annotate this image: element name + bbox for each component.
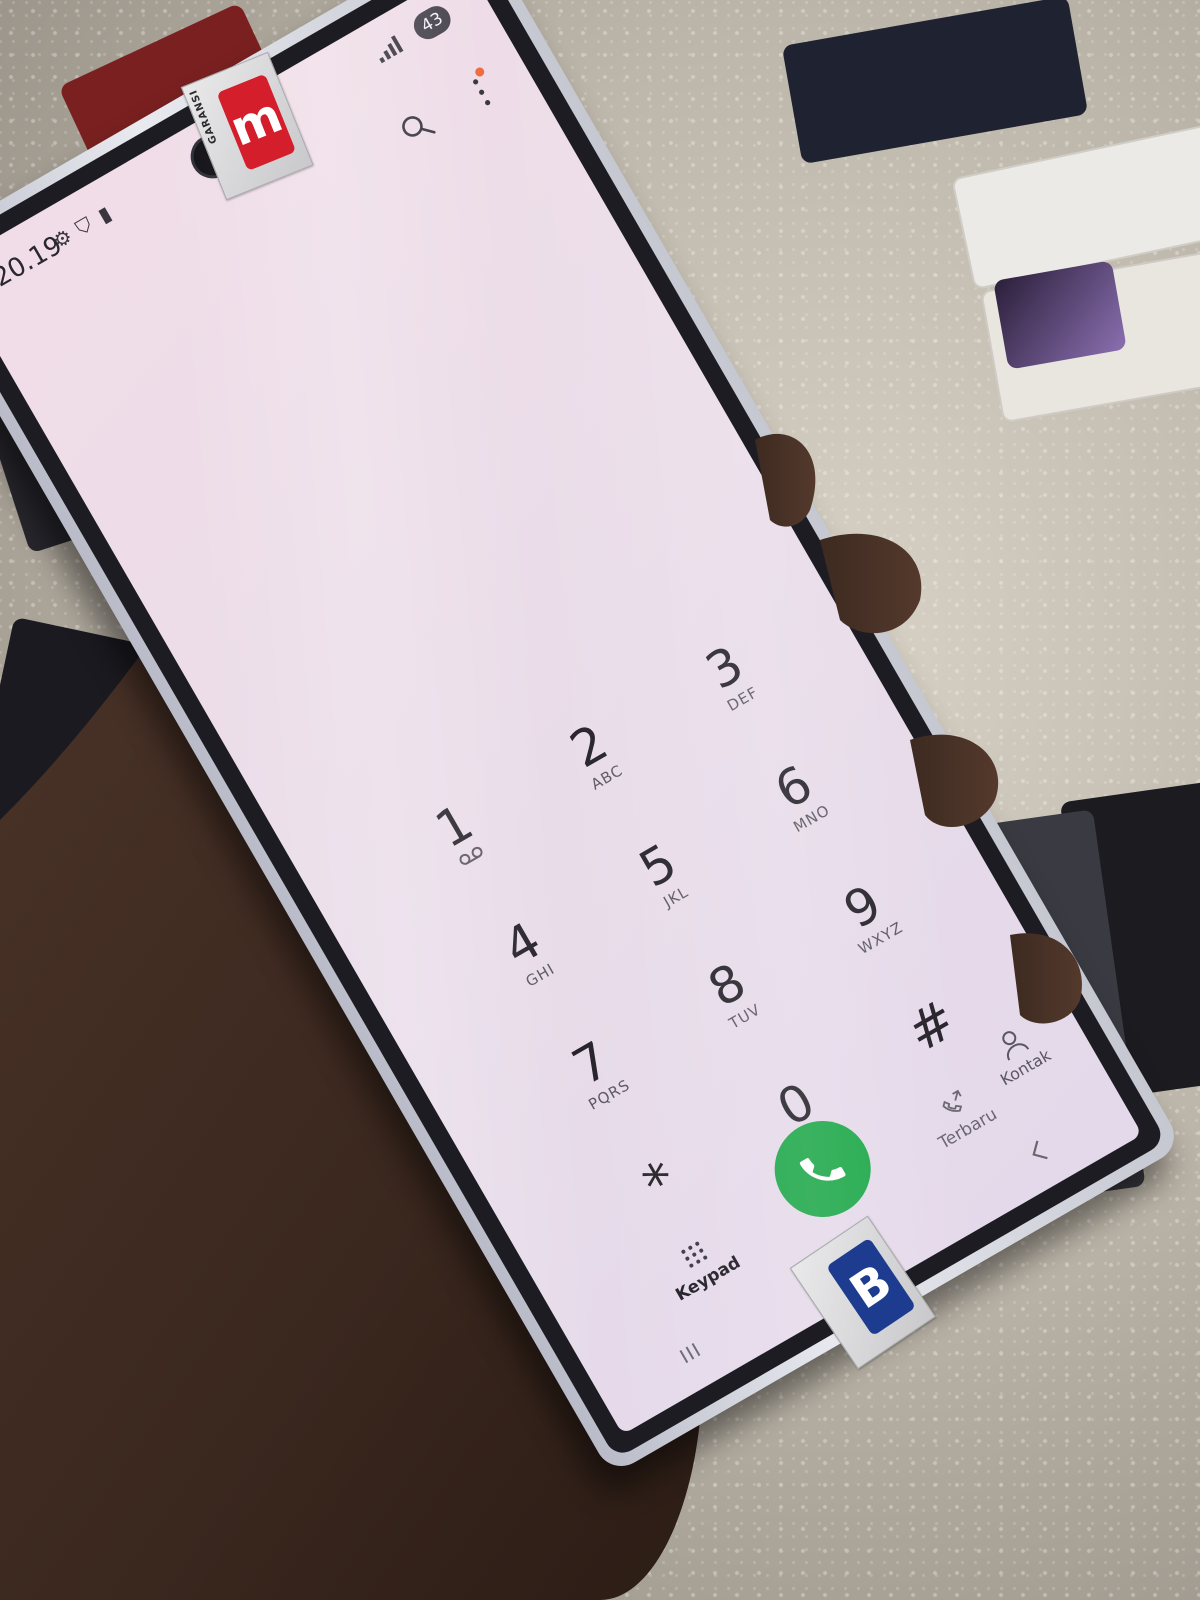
battery-badge: 43 <box>408 1 456 45</box>
signal-icon <box>373 35 404 64</box>
dialpad-icon <box>681 1241 708 1268</box>
more-vertical-icon[interactable] <box>465 73 498 111</box>
notification-icon: ▮ <box>93 200 116 228</box>
recents-nav-icon[interactable] <box>675 1338 705 1368</box>
key-digit: * <box>632 1148 688 1217</box>
back-nav-icon[interactable] <box>1022 1135 1054 1169</box>
photo-scene: 20.19 ⚙ ⛉ ▮ 43 1 2 ABC 3 DEF 4 GHI 5 JKL… <box>0 0 1200 1600</box>
shield-icon: ⛉ <box>71 211 97 241</box>
key-digit: # <box>896 987 967 1065</box>
search-icon[interactable] <box>396 107 437 148</box>
